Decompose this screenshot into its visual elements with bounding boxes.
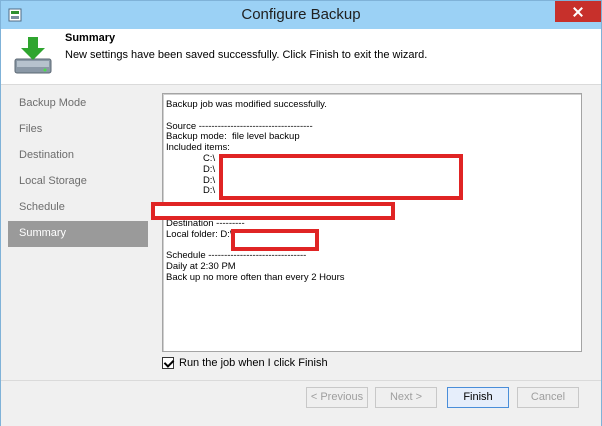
wizard-header: Summary New settings have been saved suc… xyxy=(1,29,601,85)
nav-item-files[interactable]: Files xyxy=(8,117,148,143)
window-title: Configure Backup xyxy=(241,6,361,23)
wizard-nav: Backup Mode Files Destination Local Stor… xyxy=(8,91,148,247)
nav-item-destination[interactable]: Destination xyxy=(8,143,148,169)
summary-text-box[interactable]: Backup job was modified successfully. So… xyxy=(162,93,582,352)
run-on-finish-checkbox[interactable] xyxy=(162,357,174,369)
run-on-finish-label: Run the job when I click Finish xyxy=(179,357,328,369)
redaction-box-source xyxy=(151,202,395,220)
cancel-button[interactable]: Cancel xyxy=(517,387,579,408)
wizard-footer xyxy=(1,380,601,426)
finish-button[interactable]: Finish xyxy=(447,387,509,408)
redaction-box-folder xyxy=(231,229,319,251)
header-title: Summary xyxy=(65,32,116,44)
nav-item-backup-mode[interactable]: Backup Mode xyxy=(8,91,148,117)
nav-item-schedule[interactable]: Schedule xyxy=(8,195,148,221)
nav-item-summary[interactable]: Summary xyxy=(8,221,148,247)
configure-backup-window: Configure Backup Summary New settings ha… xyxy=(0,0,602,426)
header-subtitle: New settings have been saved successfull… xyxy=(65,49,428,61)
title-bar[interactable]: Configure Backup xyxy=(1,1,601,29)
previous-button[interactable]: < Previous xyxy=(306,387,368,408)
redaction-box-items xyxy=(219,154,463,200)
nav-item-local-storage[interactable]: Local Storage xyxy=(8,169,148,195)
next-button[interactable]: Next > xyxy=(375,387,437,408)
backup-drive-icon xyxy=(14,37,52,74)
close-icon[interactable] xyxy=(555,1,601,22)
